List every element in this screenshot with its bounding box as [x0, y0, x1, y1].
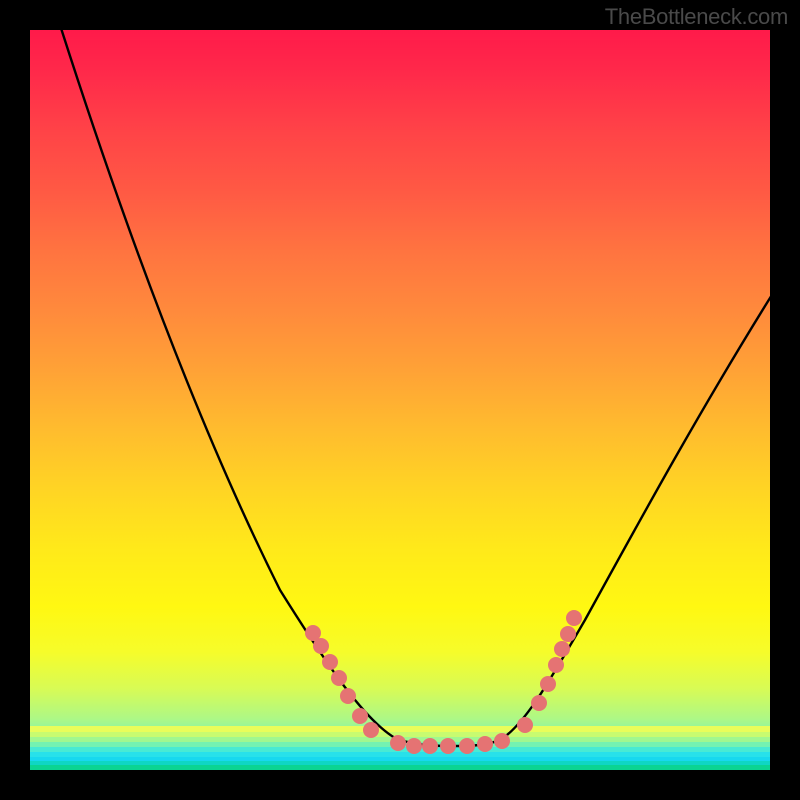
highlight-point	[566, 610, 582, 626]
highlight-point	[313, 638, 329, 654]
chart-svg	[30, 30, 770, 770]
bottleneck-curve	[60, 30, 770, 746]
highlight-point	[548, 657, 564, 673]
highlight-point	[494, 733, 510, 749]
plot-area	[30, 30, 770, 770]
highlight-point	[363, 722, 379, 738]
highlight-point	[517, 717, 533, 733]
highlight-point	[352, 708, 368, 724]
highlight-point	[406, 738, 422, 754]
highlight-point	[322, 654, 338, 670]
highlight-point	[390, 735, 406, 751]
highlight-point	[459, 738, 475, 754]
highlight-point	[560, 626, 576, 642]
highlight-point	[340, 688, 356, 704]
watermark-text: TheBottleneck.com	[605, 4, 788, 30]
highlight-point	[554, 641, 570, 657]
highlight-point	[331, 670, 347, 686]
highlight-point	[422, 738, 438, 754]
highlight-point	[540, 676, 556, 692]
highlight-points	[305, 610, 582, 754]
highlight-point	[477, 736, 493, 752]
highlight-point	[531, 695, 547, 711]
highlight-point	[440, 738, 456, 754]
